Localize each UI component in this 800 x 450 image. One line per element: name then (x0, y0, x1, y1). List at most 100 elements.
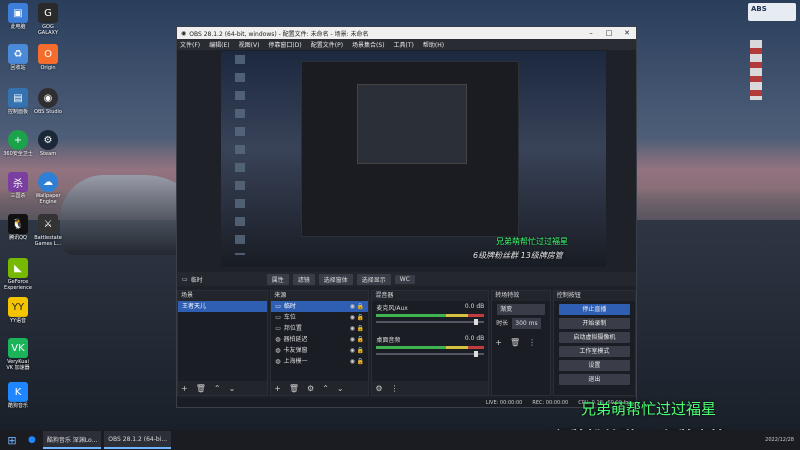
channel-name: 麦克风/Aux (376, 305, 408, 312)
window-title: OBS 28.1.2 (64-bit, windows) - 配置文件: 未命名… (189, 30, 369, 38)
menu-scene-collection[interactable]: 场景集合(S) (352, 40, 385, 49)
taskbar: ⊞ ● 酷狗音乐 深渊Lo... OBS 28.1.2 (64-bi... 20… (0, 430, 800, 450)
source-item[interactable]: ◍ 卡友弹窗 ◉ 🔒 (271, 345, 368, 356)
menu-tools[interactable]: 工具(T) (394, 40, 414, 49)
desktop-icon-qq[interactable]: 🐧 腾讯QQ (3, 214, 33, 241)
desktop-icon-360[interactable]: + 360安全卫士 (3, 130, 33, 157)
gog-icon: G (38, 3, 58, 23)
desktop-icon-battlestate[interactable]: ⚔ Battlestate Games L... (33, 214, 63, 247)
mixer-channel-mic: 麦克风/Aux 0.0 dB (372, 301, 488, 325)
abs-logo: ABS (748, 3, 796, 21)
obs-window: ◉ OBS 28.1.2 (64-bit, windows) - 配置文件: 未… (176, 26, 637, 408)
eye-icon[interactable]: ◉ 🔒 (350, 356, 365, 367)
remove-transition-icon[interactable]: 🗑 (510, 338, 520, 347)
desktop-icon-steam[interactable]: ⚙ Steam (33, 130, 63, 157)
move-up-icon[interactable]: ⌃ (214, 384, 221, 393)
preview-nested-window (301, 61, 519, 237)
desktop-icon-wallpaper[interactable]: ☁ Wallpaper Engine (33, 172, 63, 205)
exit-button[interactable]: 退出 (558, 374, 631, 385)
mixer-settings-icon[interactable]: ⚙ (375, 384, 382, 393)
slider-knob[interactable] (474, 319, 479, 325)
close-icon[interactable]: ✕ (618, 29, 636, 37)
stop-streaming-button[interactable]: 停止直播 (558, 304, 631, 315)
preview-canvas[interactable]: 兄弟萌帮忙过过福星 6级牌粉丝群 13级牌房管 (221, 51, 606, 267)
source-item[interactable]: ▭ 临时 ◉ 🔒 (271, 301, 369, 312)
add-source-icon[interactable]: + (274, 384, 281, 393)
desktop-icon-origin[interactable]: O Origin (33, 44, 63, 71)
transitions-title: 转场特效 (492, 291, 550, 301)
desktop-icon-sgs[interactable]: 杀 三国杀 (3, 172, 33, 199)
maximize-icon[interactable]: □ (600, 29, 618, 37)
display-icon: ▭ (275, 314, 281, 321)
browser-icon: ◍ (275, 336, 281, 343)
volume-meter (376, 314, 485, 317)
kugou-taskbar-icon[interactable]: ● (24, 431, 40, 449)
remove-source-icon[interactable]: 🗑 (289, 384, 299, 393)
transition-type-select[interactable]: 渐变 (497, 304, 545, 315)
studio-mode-button[interactable]: 工作室模式 (558, 346, 631, 357)
slider-knob[interactable] (474, 351, 479, 357)
move-down-icon[interactable]: ⌄ (229, 384, 236, 393)
desktop-icon-kugou[interactable]: K 酷狗音乐 (3, 382, 33, 409)
eye-icon[interactable]: ◉ 🔒 (350, 312, 365, 323)
desktop-icon-geforce[interactable]: ◣ GeForce Experience (3, 258, 33, 291)
duration-input[interactable]: 300 ms (512, 318, 541, 329)
volume-slider[interactable] (376, 351, 485, 357)
settings-button[interactable]: 设置 (558, 360, 631, 371)
desktop-icon-computer[interactable]: ▣ 此电脑 (3, 3, 33, 30)
source-toolbar: ▭ 临时 属性 滤镜 选择窗体 选择显示 WC (177, 272, 636, 286)
volume-slider[interactable] (376, 319, 485, 325)
taskbar-clock: 2022/12/28 (765, 437, 794, 443)
source-item[interactable]: ◍ 上海模一 ◉ 🔒 (271, 356, 368, 367)
move-down-icon[interactable]: ⌄ (337, 384, 344, 393)
mixer-dock: 混音器 麦克风/Aux 0.0 dB 桌面音频 0.0 dB ⚙ ⋮ (371, 290, 490, 396)
source-settings-icon[interactable]: ⚙ (307, 384, 314, 393)
duration-row: 时长 300 ms (492, 318, 549, 329)
remove-scene-icon[interactable]: 🗑 (196, 384, 206, 393)
sources-title: 来源 (271, 291, 369, 301)
menu-edit[interactable]: 编辑(E) (209, 40, 229, 49)
volume-meter (376, 346, 485, 349)
menu-help[interactable]: 帮助(H) (423, 40, 444, 49)
taskbar-app-obs[interactable]: OBS 28.1.2 (64-bi... (104, 431, 172, 449)
scene-item[interactable]: 王者天儿 (178, 301, 268, 312)
select-window-button[interactable]: 选择窗体 (318, 273, 353, 285)
add-transition-icon[interactable]: + (495, 338, 502, 347)
yy-icon: YY (8, 297, 28, 317)
menu-docks[interactable]: 停靠窗口(D) (268, 40, 301, 49)
desktop-icon-obs[interactable]: ◉ OBS Studio (33, 88, 63, 115)
obs-titlebar[interactable]: ◉ OBS 28.1.2 (64-bit, windows) - 配置文件: 未… (177, 27, 636, 39)
wc-button[interactable]: WC (394, 274, 415, 284)
filters-button[interactable]: 滤镜 (292, 273, 315, 285)
add-scene-icon[interactable]: + (181, 384, 188, 393)
eye-icon[interactable]: ◉ 🔒 (350, 301, 365, 312)
obs-logo-icon: ◉ (181, 29, 187, 37)
source-item[interactable]: ◍ 器拍延迟 ◉ 🔒 (271, 334, 368, 345)
minimize-icon[interactable]: – (582, 29, 600, 37)
mixer-menu-icon[interactable]: ⋮ (390, 384, 398, 393)
source-item[interactable]: ▭ 邦位置 ◉ 🔒 (271, 323, 368, 334)
preview-mini-icons (235, 55, 245, 255)
desktop-icon-yy[interactable]: YY YY语音 (3, 297, 33, 324)
desktop-icon-recycle[interactable]: ♻ 回收站 (3, 44, 33, 71)
desktop-icon-control[interactable]: ▤ 控制面板 (3, 88, 33, 115)
move-up-icon[interactable]: ⌃ (322, 384, 329, 393)
desktop-icon-vk[interactable]: VK VeryKuai VK 加速器 (3, 338, 33, 371)
eye-icon[interactable]: ◉ 🔒 (350, 345, 365, 356)
windows-start-icon[interactable]: ⊞ (0, 431, 24, 449)
game-icon: 杀 (8, 172, 28, 192)
transition-menu-icon[interactable]: ⋮ (528, 338, 536, 347)
eye-icon[interactable]: ◉ 🔒 (350, 334, 365, 345)
kugou-icon: K (8, 382, 28, 402)
start-recording-button[interactable]: 开始录制 (558, 318, 631, 329)
virtual-camera-button[interactable]: 启动虚拟摄像机 (558, 332, 631, 343)
desktop-icon-gog[interactable]: G GOG GALAXY (33, 3, 63, 36)
menu-view[interactable]: 视图(V) (239, 40, 260, 49)
menu-file[interactable]: 文件(F) (180, 40, 200, 49)
eye-icon[interactable]: ◉ 🔒 (350, 323, 365, 334)
select-display-button[interactable]: 选择显示 (356, 273, 391, 285)
taskbar-app-kugou[interactable]: 酷狗音乐 深渊Lo... (42, 431, 102, 449)
menu-profile[interactable]: 配置文件(P) (311, 40, 343, 49)
properties-button[interactable]: 属性 (266, 273, 289, 285)
source-item[interactable]: ▭ 车位 ◉ 🔒 (271, 312, 368, 323)
